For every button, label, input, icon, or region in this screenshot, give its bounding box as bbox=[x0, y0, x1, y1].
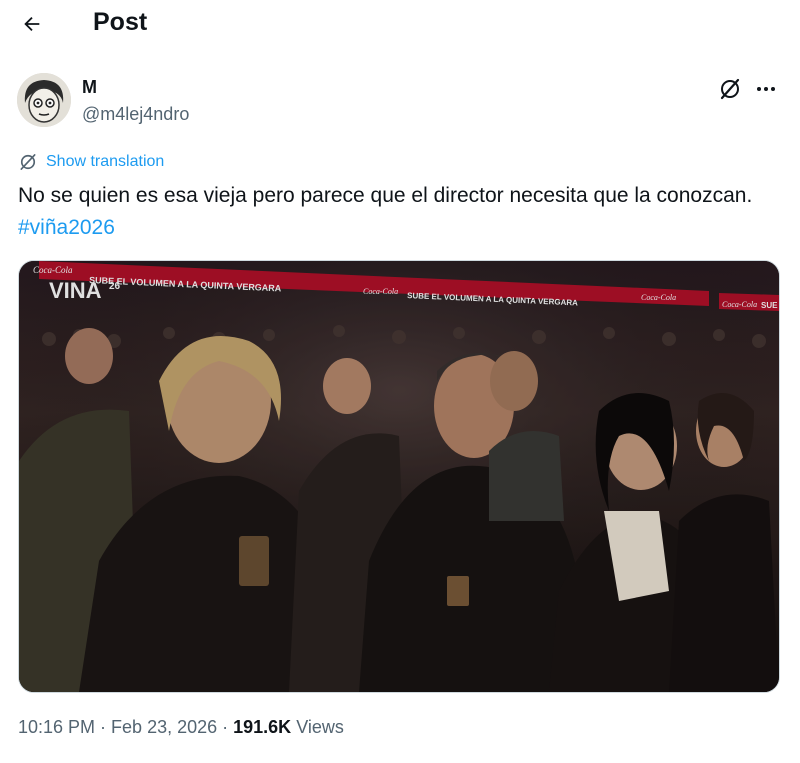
post-text-main: No se quien es esa vieja pero parece que… bbox=[18, 184, 753, 207]
meta-separator-1: · bbox=[95, 717, 112, 737]
post-time[interactable]: 10:16 PM bbox=[18, 717, 95, 737]
post-media[interactable]: SUBE EL VOLUMEN A LA QUINTA VERGARA SUBE… bbox=[18, 260, 780, 693]
show-translation-label: Show translation bbox=[46, 153, 165, 170]
avatar[interactable] bbox=[17, 73, 71, 127]
more-button[interactable] bbox=[752, 75, 780, 103]
avatar-image bbox=[17, 73, 71, 127]
author-handle[interactable]: @m4lej4ndro bbox=[82, 104, 189, 125]
grok-button[interactable] bbox=[716, 75, 744, 103]
translate-icon bbox=[20, 154, 36, 170]
meta-separator-2: · bbox=[217, 717, 234, 737]
post-date[interactable]: Feb 23, 2026 bbox=[111, 717, 217, 737]
back-button[interactable] bbox=[14, 6, 50, 42]
post-meta: 10:16 PM · Feb 23, 2026 · 191.6K Views bbox=[18, 717, 344, 738]
views-label: Views bbox=[291, 717, 344, 737]
grok-icon bbox=[720, 78, 740, 100]
page-title: Post bbox=[93, 8, 148, 36]
hashtag-link[interactable]: #viña2026 bbox=[18, 216, 115, 239]
media-image: SUBE EL VOLUMEN A LA QUINTA VERGARA SUBE… bbox=[19, 261, 779, 692]
author-display-name[interactable]: M bbox=[82, 77, 97, 98]
views-count: 191.6K bbox=[233, 717, 292, 737]
post-text: No se quien es esa vieja pero parece que… bbox=[18, 180, 778, 244]
more-icon bbox=[756, 87, 777, 91]
show-translation-link[interactable]: Show translation bbox=[18, 152, 164, 172]
back-arrow-icon bbox=[24, 16, 40, 32]
header: Post bbox=[0, 0, 800, 48]
